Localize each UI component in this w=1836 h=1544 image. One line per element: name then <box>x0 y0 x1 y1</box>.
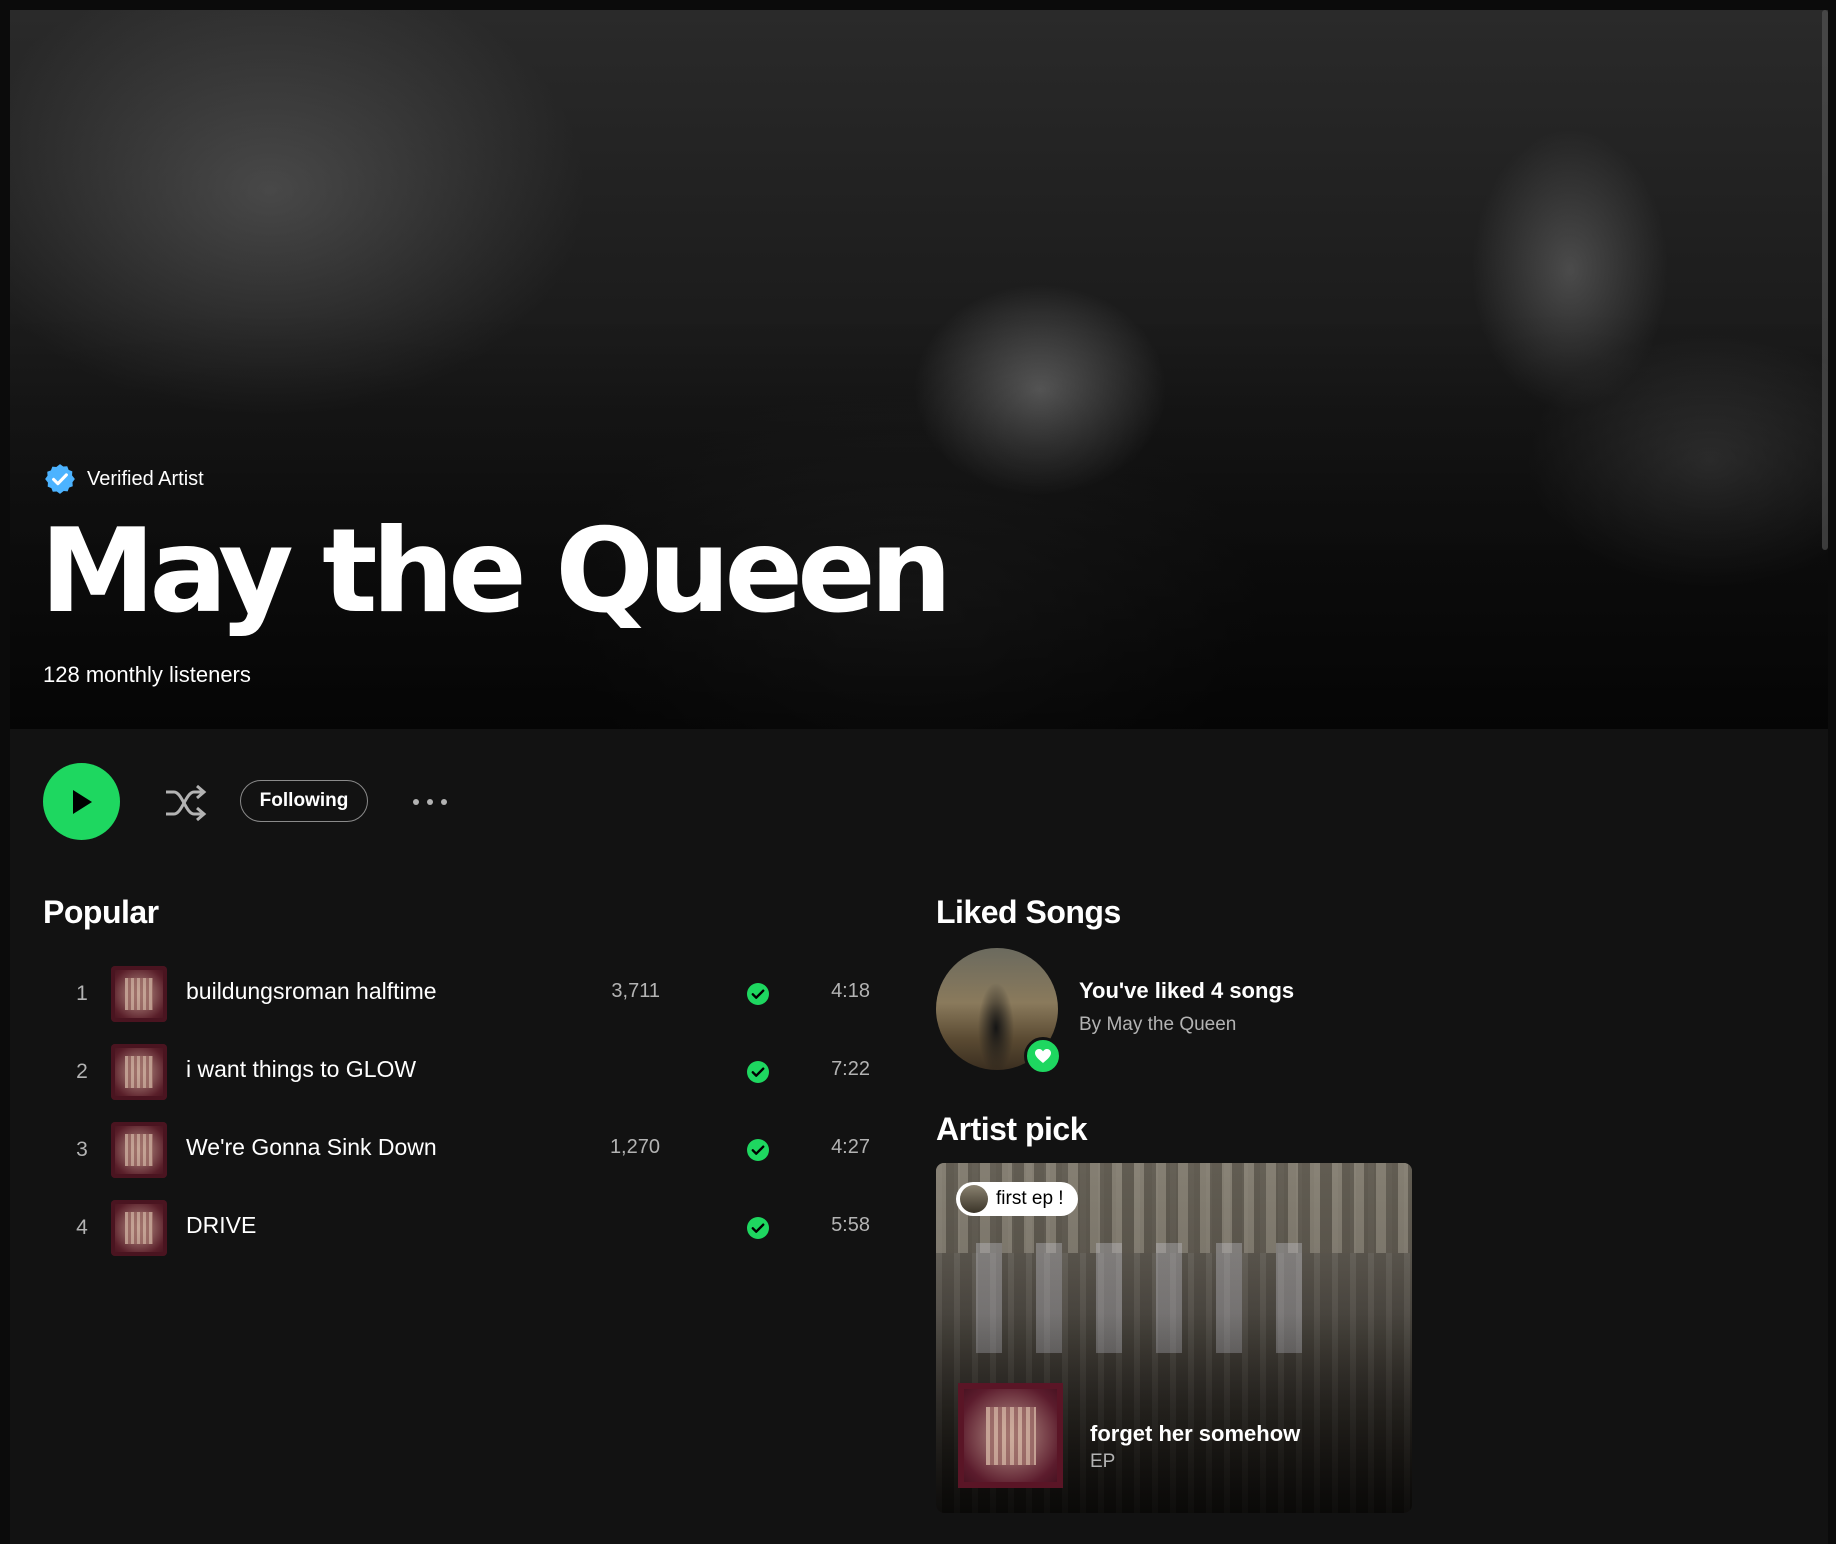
track-duration: 7:22 <box>831 1058 870 1080</box>
check-circle-icon[interactable] <box>746 982 770 1006</box>
artist-pick-card[interactable]: first ep ! forget her somehow EP <box>936 1163 1412 1513</box>
check-circle-icon[interactable] <box>746 1060 770 1084</box>
track-title[interactable]: buildungsroman halftime <box>186 978 437 1005</box>
verified-badge-icon <box>45 464 75 494</box>
popular-title: Popular <box>43 894 159 930</box>
track-cover <box>111 966 167 1022</box>
artist-name: May the Queen <box>40 504 952 639</box>
artist-pick-title: Artist pick <box>936 1111 1087 1147</box>
scrollbar[interactable] <box>1822 10 1828 550</box>
release-title[interactable]: forget her somehow <box>1090 1421 1300 1447</box>
avatar <box>960 1185 988 1213</box>
track-row[interactable]: 2 i want things to GLOW 7:22 <box>40 1038 870 1110</box>
more-dots-icon[interactable] <box>410 790 450 814</box>
track-duration: 5:58 <box>831 1214 870 1236</box>
track-number: 1 <box>76 982 88 1005</box>
track-row[interactable]: 4 DRIVE 5:58 <box>40 1194 870 1266</box>
following-button[interactable]: Following <box>240 780 368 822</box>
verified-artist-badge: Verified Artist <box>43 462 204 496</box>
check-circle-icon[interactable] <box>746 1138 770 1162</box>
track-number: 2 <box>76 1060 88 1083</box>
track-plays: 3,711 <box>611 980 660 1002</box>
track-cover <box>111 1122 167 1178</box>
liked-songs-title: Liked Songs <box>936 894 1121 930</box>
play-icon <box>72 789 92 814</box>
track-plays: 1,270 <box>609 1136 660 1158</box>
release-cover <box>958 1383 1063 1488</box>
liked-songs-by: By May the Queen <box>1079 1014 1237 1035</box>
track-row[interactable]: 1 buildungsroman halftime 3,711 4:18 <box>40 960 870 1032</box>
verified-artist-label: Verified Artist <box>87 467 204 490</box>
artist-page: Verified Artist May the Queen 128 monthl… <box>10 10 1828 1544</box>
artist-pick-badge: first ep ! <box>956 1182 1078 1216</box>
shuffle-icon[interactable] <box>162 782 208 824</box>
track-duration: 4:18 <box>831 980 870 1002</box>
track-title[interactable]: i want things to GLOW <box>186 1056 416 1083</box>
play-button[interactable] <box>43 763 120 840</box>
track-title[interactable]: DRIVE <box>186 1212 256 1239</box>
check-circle-icon[interactable] <box>746 1216 770 1240</box>
heart-icon <box>1024 1037 1062 1075</box>
track-cover <box>111 1044 167 1100</box>
track-number: 3 <box>76 1138 88 1161</box>
monthly-listeners: 128 monthly listeners <box>43 662 251 687</box>
track-cover <box>111 1200 167 1256</box>
track-row[interactable]: 3 We're Gonna Sink Down 1,270 4:27 <box>40 1116 870 1188</box>
track-number: 4 <box>76 1216 88 1239</box>
artist-pick-badge-text: first ep ! <box>996 1188 1064 1209</box>
release-type: EP <box>1090 1451 1116 1472</box>
liked-songs-count[interactable]: You've liked 4 songs <box>1079 978 1294 1004</box>
track-title[interactable]: We're Gonna Sink Down <box>186 1134 437 1161</box>
track-duration: 4:27 <box>831 1136 870 1158</box>
